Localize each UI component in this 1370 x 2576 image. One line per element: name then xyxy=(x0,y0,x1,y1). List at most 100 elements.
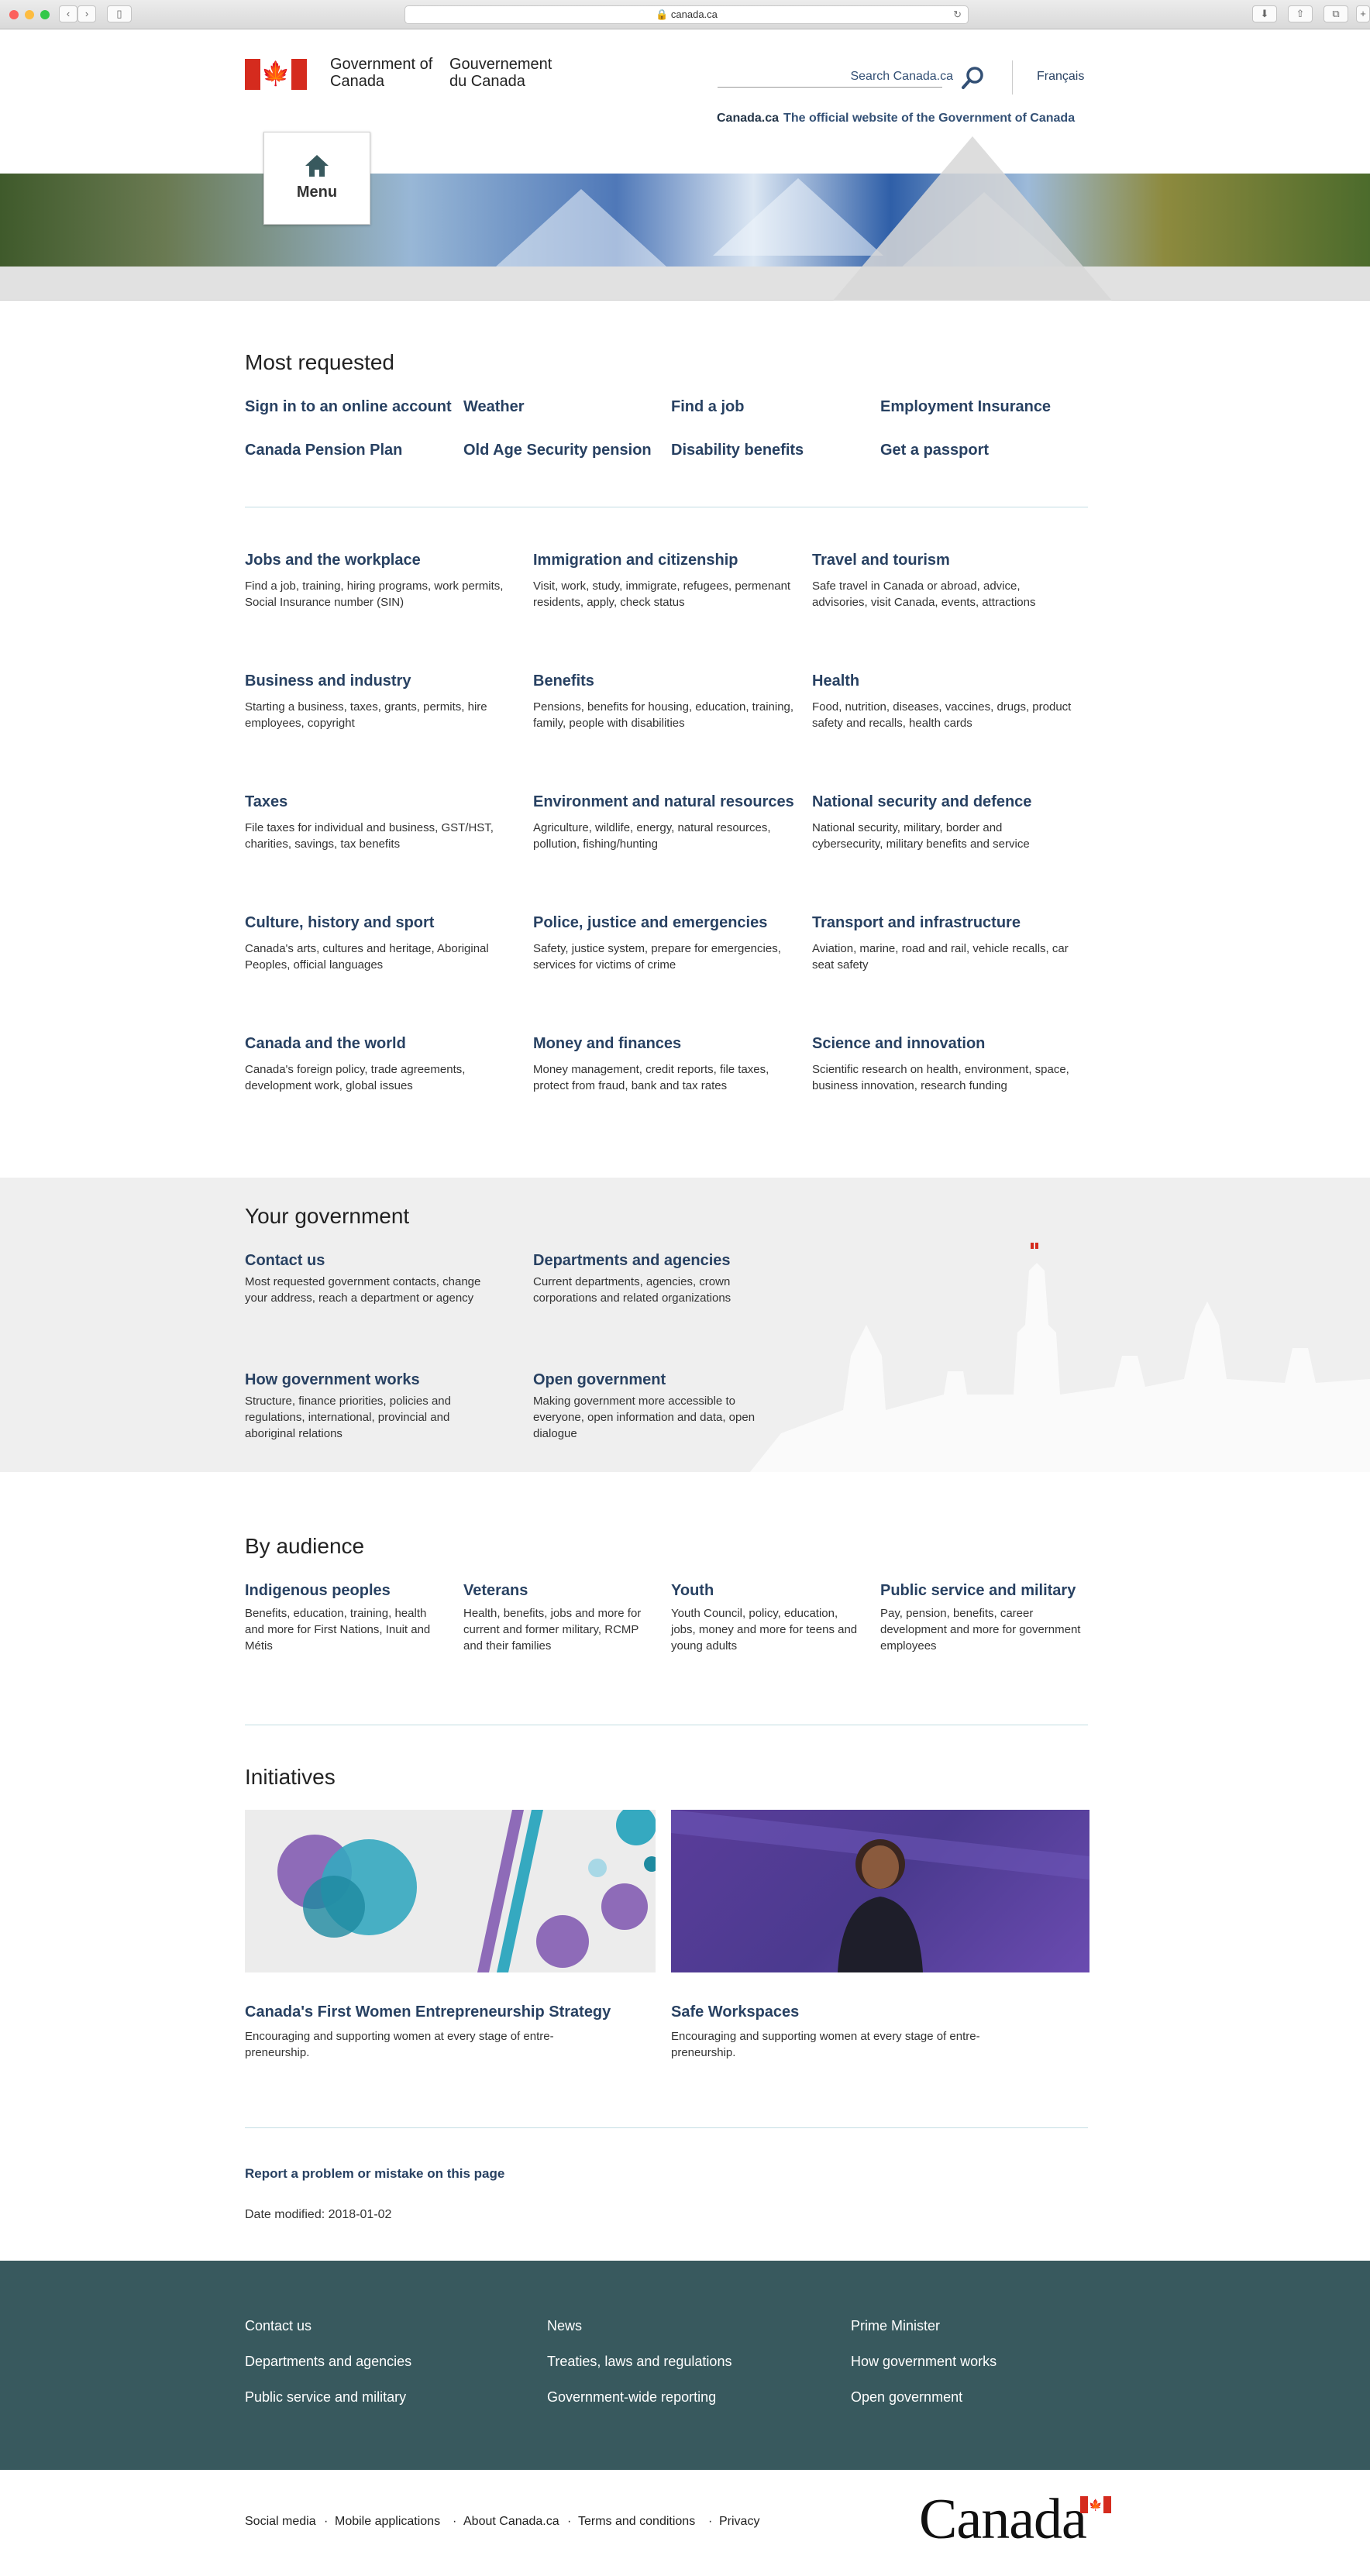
share-icon[interactable]: ⇧ xyxy=(1288,5,1313,22)
audience-link[interactable]: Indigenous peoples xyxy=(245,1582,391,1600)
minimize-window-icon[interactable] xyxy=(25,10,34,19)
language-toggle[interactable]: Français xyxy=(1037,70,1084,84)
breadcrumb-home-link[interactable]: Canada.ca xyxy=(717,112,779,125)
signature-french[interactable]: Gouvernement du Canada xyxy=(449,56,573,90)
topic-link[interactable]: Canada and the world xyxy=(245,1035,406,1053)
footer-link[interactable]: Public service and military xyxy=(245,2389,406,2406)
topic-description: Scientific research on health, environme… xyxy=(812,1063,1069,1092)
topic-link[interactable]: Benefits xyxy=(533,672,594,690)
footer-link[interactable]: Contact us xyxy=(245,2318,312,2334)
date-modified: Date modified: 2018-01-02 xyxy=(245,2208,392,2221)
footer-link[interactable]: Government-wide reporting xyxy=(547,2389,716,2406)
topic-description: Pensions, benefits for housing, educatio… xyxy=(533,700,794,730)
topic-link[interactable]: Science and innovation xyxy=(812,1035,985,1053)
topic-description: Starting a business, taxes, grants, perm… xyxy=(245,700,487,730)
topic-link[interactable]: Travel and tourism xyxy=(812,552,950,569)
sidebar-icon[interactable]: ▯ xyxy=(107,5,132,22)
separator-dot: · xyxy=(324,2515,329,2528)
topic-description: File taxes for individual and business, … xyxy=(245,821,494,851)
audience-link[interactable]: Public service and military xyxy=(880,1582,1076,1600)
zoom-window-icon[interactable] xyxy=(40,10,50,19)
topic-link[interactable]: Money and finances xyxy=(533,1035,681,1053)
gov-link-contact-us[interactable]: Contact us xyxy=(245,1252,325,1270)
most-requested-link[interactable]: Employment Insurance xyxy=(880,398,1051,416)
search-input[interactable]: Search Canada.ca xyxy=(806,70,953,84)
topic-description: National security, military, border and … xyxy=(812,821,1030,851)
canada-flag-logo[interactable]: 🍁 xyxy=(245,59,307,90)
gov-link-how-government-works[interactable]: How government works xyxy=(245,1371,420,1389)
new-tab-icon[interactable]: + xyxy=(1356,5,1370,22)
most-requested-link[interactable]: Canada Pension Plan xyxy=(245,442,402,459)
initiative-link[interactable]: Canada's First Women Entrepreneurship St… xyxy=(245,2003,611,2021)
most-requested-link[interactable]: Sign in to an online account xyxy=(245,398,452,416)
audience-link[interactable]: Youth xyxy=(671,1582,714,1600)
initiative-description: Encouraging and supporting women at ever… xyxy=(671,2030,980,2059)
sub-footer-link[interactable]: Mobile applications xyxy=(335,2515,440,2529)
topic-link[interactable]: Business and industry xyxy=(245,672,411,690)
footer-link[interactable]: Treaties, laws and regulations xyxy=(547,2354,731,2370)
forward-icon[interactable]: › xyxy=(77,5,96,22)
canada-wordmark: Canada xyxy=(919,2488,1087,2551)
topic-link[interactable]: Taxes xyxy=(245,793,287,811)
footer-link[interactable]: Prime Minister xyxy=(851,2318,940,2334)
footer-link[interactable]: News xyxy=(547,2318,582,2334)
topic-link[interactable]: Transport and infrastructure xyxy=(812,914,1021,932)
maple-leaf-watermark xyxy=(833,136,1112,301)
gov-link-departments[interactable]: Departments and agencies xyxy=(533,1252,731,1270)
topic-description: Safety, justice system, prepare for emer… xyxy=(533,942,781,972)
maple-leaf-icon: 🍁 xyxy=(260,59,291,90)
address-bar[interactable]: 🔒 canada.ca ↻ xyxy=(404,5,969,24)
audience-description: Youth Council, policy, education, jobs, … xyxy=(671,1607,858,1653)
topic-link[interactable]: Police, justice and emergencies xyxy=(533,914,767,932)
audience-description: Benefits, education, training, health an… xyxy=(245,1607,431,1653)
menu-button[interactable]: Menu xyxy=(263,132,370,225)
sub-footer-link[interactable]: Privacy xyxy=(719,2515,759,2529)
by-audience-title: By audience xyxy=(245,1534,365,1558)
section-divider xyxy=(245,2127,1088,2128)
most-requested-link[interactable]: Disability benefits xyxy=(671,442,804,459)
address-text: canada.ca xyxy=(670,9,718,20)
gov-link-open-government[interactable]: Open government xyxy=(533,1371,666,1389)
safe-workspaces-image[interactable] xyxy=(671,1810,1089,1972)
back-icon[interactable]: ‹ xyxy=(59,5,77,22)
women-entrepreneurship-image[interactable] xyxy=(245,1810,656,1972)
parliament-skyline-illustration xyxy=(750,1243,1370,1472)
topic-description: Canada's arts, cultures and heritage, Ab… xyxy=(245,942,489,972)
tabs-icon[interactable]: ⧉ xyxy=(1324,5,1348,22)
search-underline xyxy=(718,87,942,88)
topic-link[interactable]: National security and defence xyxy=(812,793,1031,811)
most-requested-link[interactable]: Get a passport xyxy=(880,442,989,459)
downloads-icon[interactable]: ⬇ xyxy=(1252,5,1277,22)
breadcrumb: Canada.ca The official website of the Gov… xyxy=(717,112,1075,126)
search-icon[interactable] xyxy=(961,65,986,90)
hero-band xyxy=(0,267,1370,301)
topic-description: Safe travel in Canada or abroad, advice,… xyxy=(812,580,1036,609)
initiative-link[interactable]: Safe Workspaces xyxy=(671,2003,799,2021)
report-problem-link[interactable]: Report a problem or mistake on this page xyxy=(245,2166,504,2182)
topic-description: Money management, credit reports, file t… xyxy=(533,1063,769,1092)
most-requested-link[interactable]: Old Age Security pension xyxy=(463,442,652,459)
sub-footer-link[interactable]: Terms and conditions xyxy=(578,2515,695,2529)
most-requested-link[interactable]: Weather xyxy=(463,398,525,416)
reload-icon[interactable]: ↻ xyxy=(953,6,962,23)
topic-link[interactable]: Jobs and the workplace xyxy=(245,552,421,569)
most-requested-link[interactable]: Find a job xyxy=(671,398,744,416)
gov-description: Making government more accessible to eve… xyxy=(533,1395,756,1440)
footer-link[interactable]: Departments and agencies xyxy=(245,2354,411,2370)
sub-footer-link[interactable]: Social media xyxy=(245,2515,316,2529)
footer-link[interactable]: Open government xyxy=(851,2389,962,2406)
sub-footer-link[interactable]: About Canada.ca xyxy=(463,2515,559,2529)
separator-dot: · xyxy=(453,2515,457,2528)
home-icon xyxy=(305,155,329,177)
topic-link[interactable]: Immigration and citizenship xyxy=(533,552,738,569)
audience-link[interactable]: Veterans xyxy=(463,1582,528,1600)
topic-description: Food, nutrition, diseases, vaccines, dru… xyxy=(812,700,1072,730)
topic-link[interactable]: Culture, history and sport xyxy=(245,914,434,932)
close-window-icon[interactable] xyxy=(9,10,19,19)
footer-link[interactable]: How government works xyxy=(851,2354,997,2370)
signature-english[interactable]: Government of Canada xyxy=(330,56,439,90)
topic-link[interactable]: Environment and natural resources xyxy=(533,793,794,811)
gov-description: Most requested government contacts, chan… xyxy=(245,1275,481,1305)
topic-link[interactable]: Health xyxy=(812,672,859,690)
separator-dot: · xyxy=(567,2515,572,2528)
